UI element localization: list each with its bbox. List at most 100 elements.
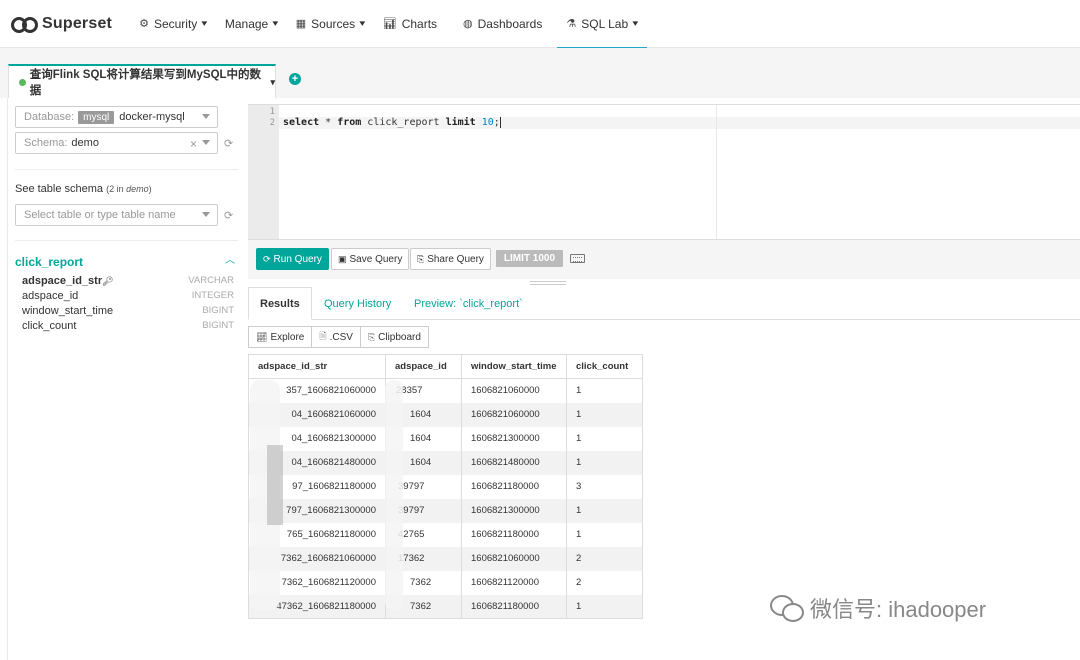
table-row: 7362_1606821120000 7362 1606821120000 2 <box>248 570 643 595</box>
column-name: adspace_id_str <box>22 275 103 287</box>
flask-icon: ⚗ <box>566 18 577 30</box>
sql-text: click_report <box>361 117 446 128</box>
database-select[interactable]: Database: mysql docker-mysql <box>15 106 218 128</box>
query-tab-active[interactable]: 查询Flink SQL将计算结果写到MySQL中的数据 ▾ <box>8 64 276 98</box>
column-header[interactable]: window_start_time <box>461 354 567 379</box>
save-icon: ▣ <box>338 253 347 264</box>
sql-keyword: from <box>337 117 362 128</box>
sql-text: ; <box>493 117 500 128</box>
schema-select[interactable]: Schema: demo × <box>15 132 218 154</box>
file-icon: 🗎︎ <box>319 331 327 341</box>
nav-dashboards[interactable]: ◍ Dashboards <box>454 0 551 48</box>
cell: 1606821480000 <box>461 450 567 475</box>
sql-number: 10 <box>481 117 494 128</box>
nav-manage-label: Manage <box>224 16 269 31</box>
nav-security-label: Security <box>153 16 198 31</box>
status-dot-icon <box>19 78 26 86</box>
table-row: 357_1606821060000 28357 1606821060000 1 <box>248 378 643 403</box>
cell: 1 <box>566 402 643 427</box>
infinity-logo-icon <box>11 16 38 33</box>
redaction-overlay <box>267 445 283 525</box>
chevron-down-icon: ▾ <box>632 18 639 28</box>
add-tab-button[interactable]: + <box>289 73 301 85</box>
share-query-button[interactable]: ⎘ Share Query <box>410 248 491 270</box>
wechat-icon <box>770 595 804 622</box>
column-row: adspace_id_str🔑︎ VARCHAR <box>22 275 234 290</box>
nav-charts[interactable]: 📊︎ Charts <box>374 0 446 48</box>
dropdown-arrow-icon <box>202 140 210 145</box>
results-table: adspace_id_str adspace_id window_start_t… <box>248 354 643 619</box>
clipboard-label: Clipboard <box>378 331 421 343</box>
nav-security[interactable]: ⚙ Security ▾ <box>130 0 216 48</box>
divider <box>15 169 238 170</box>
column-header[interactable]: click_count <box>566 354 643 379</box>
collapse-chevron-icon[interactable]: ︿ <box>225 251 235 266</box>
cell: 1606821180000 <box>461 474 567 499</box>
chevron-down-icon[interactable]: ▾ <box>270 77 275 88</box>
explore-button[interactable]: 📈︎ Explore <box>248 326 313 348</box>
refresh-icon: ⟳ <box>263 253 271 264</box>
refresh-icon[interactable]: ⟳ <box>224 137 236 150</box>
column-row: adspace_id INTEGER <box>22 290 234 305</box>
tab-query-history[interactable]: Query History <box>324 287 391 320</box>
explore-label: Explore <box>270 331 305 343</box>
database-name: docker-mysql <box>119 111 185 123</box>
resize-handle[interactable] <box>530 281 566 285</box>
clipboard-button[interactable]: ⎘ Clipboard <box>359 326 429 348</box>
table-row: 04_1606821060000 1604 1606821060000 1 <box>248 402 643 427</box>
divider <box>15 240 238 241</box>
results-tabs: Results Query History Preview: `click_re… <box>248 287 1080 320</box>
chevron-down-icon: ▾ <box>201 18 208 28</box>
table-row: 7362_1606821060000 17362 1606821060000 2 <box>248 546 643 571</box>
table-row: 04_1606821480000 1604 1606821480000 1 <box>248 450 643 475</box>
sql-code[interactable]: select * from click_report limit 10; <box>283 117 507 129</box>
table-select[interactable]: Select table or type table name <box>15 204 218 226</box>
line-chart-icon: 📈︎ <box>256 331 268 342</box>
column-header[interactable]: adspace_id_str <box>248 354 386 379</box>
nav-charts-label: Charts <box>401 16 438 31</box>
column-header[interactable]: adspace_id <box>385 354 462 379</box>
column-row: window_start_time BIGINT <box>22 305 234 320</box>
refresh-icon[interactable]: ⟳ <box>224 209 236 222</box>
share-query-label: Share Query <box>427 253 484 265</box>
cell: 3 <box>566 474 643 499</box>
column-row: click_count BIGINT <box>22 320 234 335</box>
clipboard-icon: ⎘ <box>367 331 376 342</box>
cell: 1606821180000 <box>461 522 567 547</box>
save-query-button[interactable]: ▣ Save Query <box>331 248 410 270</box>
table-row: 97_1606821180000 39797 1606821180000 3 <box>248 474 643 499</box>
see-schema-text: See table schema <box>15 183 104 195</box>
table-select-placeholder: Select table or type table name <box>24 209 176 221</box>
table-row: 765_1606821180000 42765 1606821180000 1 <box>248 522 643 547</box>
clipboard-icon: ⎘ <box>417 253 425 264</box>
sql-editor[interactable]: 1 2 select * from click_report limit 10; <box>248 104 1080 240</box>
query-toolbar: ⟳ Run Query ▣ Save Query ⎘ Share Query L… <box>248 239 1080 279</box>
table-row: 04_1606821300000 1604 1606821300000 1 <box>248 426 643 451</box>
cell: 1606821300000 <box>461 498 567 523</box>
limit-badge[interactable]: LIMIT 1000 <box>496 250 563 267</box>
see-schema-close: ) <box>148 184 152 194</box>
sql-keyword: limit <box>445 117 476 128</box>
run-query-label: Run Query <box>273 253 322 265</box>
save-query-label: Save Query <box>349 253 403 265</box>
clear-icon[interactable]: × <box>190 137 197 151</box>
see-schema-count: (2 in <box>106 184 127 194</box>
tab-preview[interactable]: Preview: `click_report` <box>414 287 523 320</box>
csv-button[interactable]: 🗎︎ .CSV <box>311 326 361 348</box>
keyboard-icon[interactable] <box>570 254 585 263</box>
nav-sources[interactable]: ▦ Sources ▾ <box>287 0 374 48</box>
query-tab-title: 查询Flink SQL将计算结果写到MySQL中的数据 <box>29 69 262 97</box>
nav-sql-lab[interactable]: ⚗ SQL Lab ▾ <box>557 0 648 49</box>
superset-logo[interactable]: Superset <box>0 15 112 33</box>
column-name: click_count <box>22 320 77 332</box>
cell: 1 <box>566 426 643 451</box>
watermark-text: 微信号: ihadooper <box>810 597 987 622</box>
column-type: BIGINT <box>202 320 234 331</box>
nav-sql-lab-label: SQL Lab <box>581 16 629 31</box>
schema-value: demo <box>71 137 99 149</box>
run-query-button[interactable]: ⟳ Run Query <box>256 248 329 270</box>
tab-results[interactable]: Results <box>248 287 312 320</box>
nav-manage[interactable]: Manage ▾ <box>216 0 287 48</box>
table-name-link[interactable]: click_report <box>15 255 83 269</box>
top-navbar: Superset ⚙ Security ▾ Manage ▾ ▦ Sources… <box>0 0 1080 49</box>
